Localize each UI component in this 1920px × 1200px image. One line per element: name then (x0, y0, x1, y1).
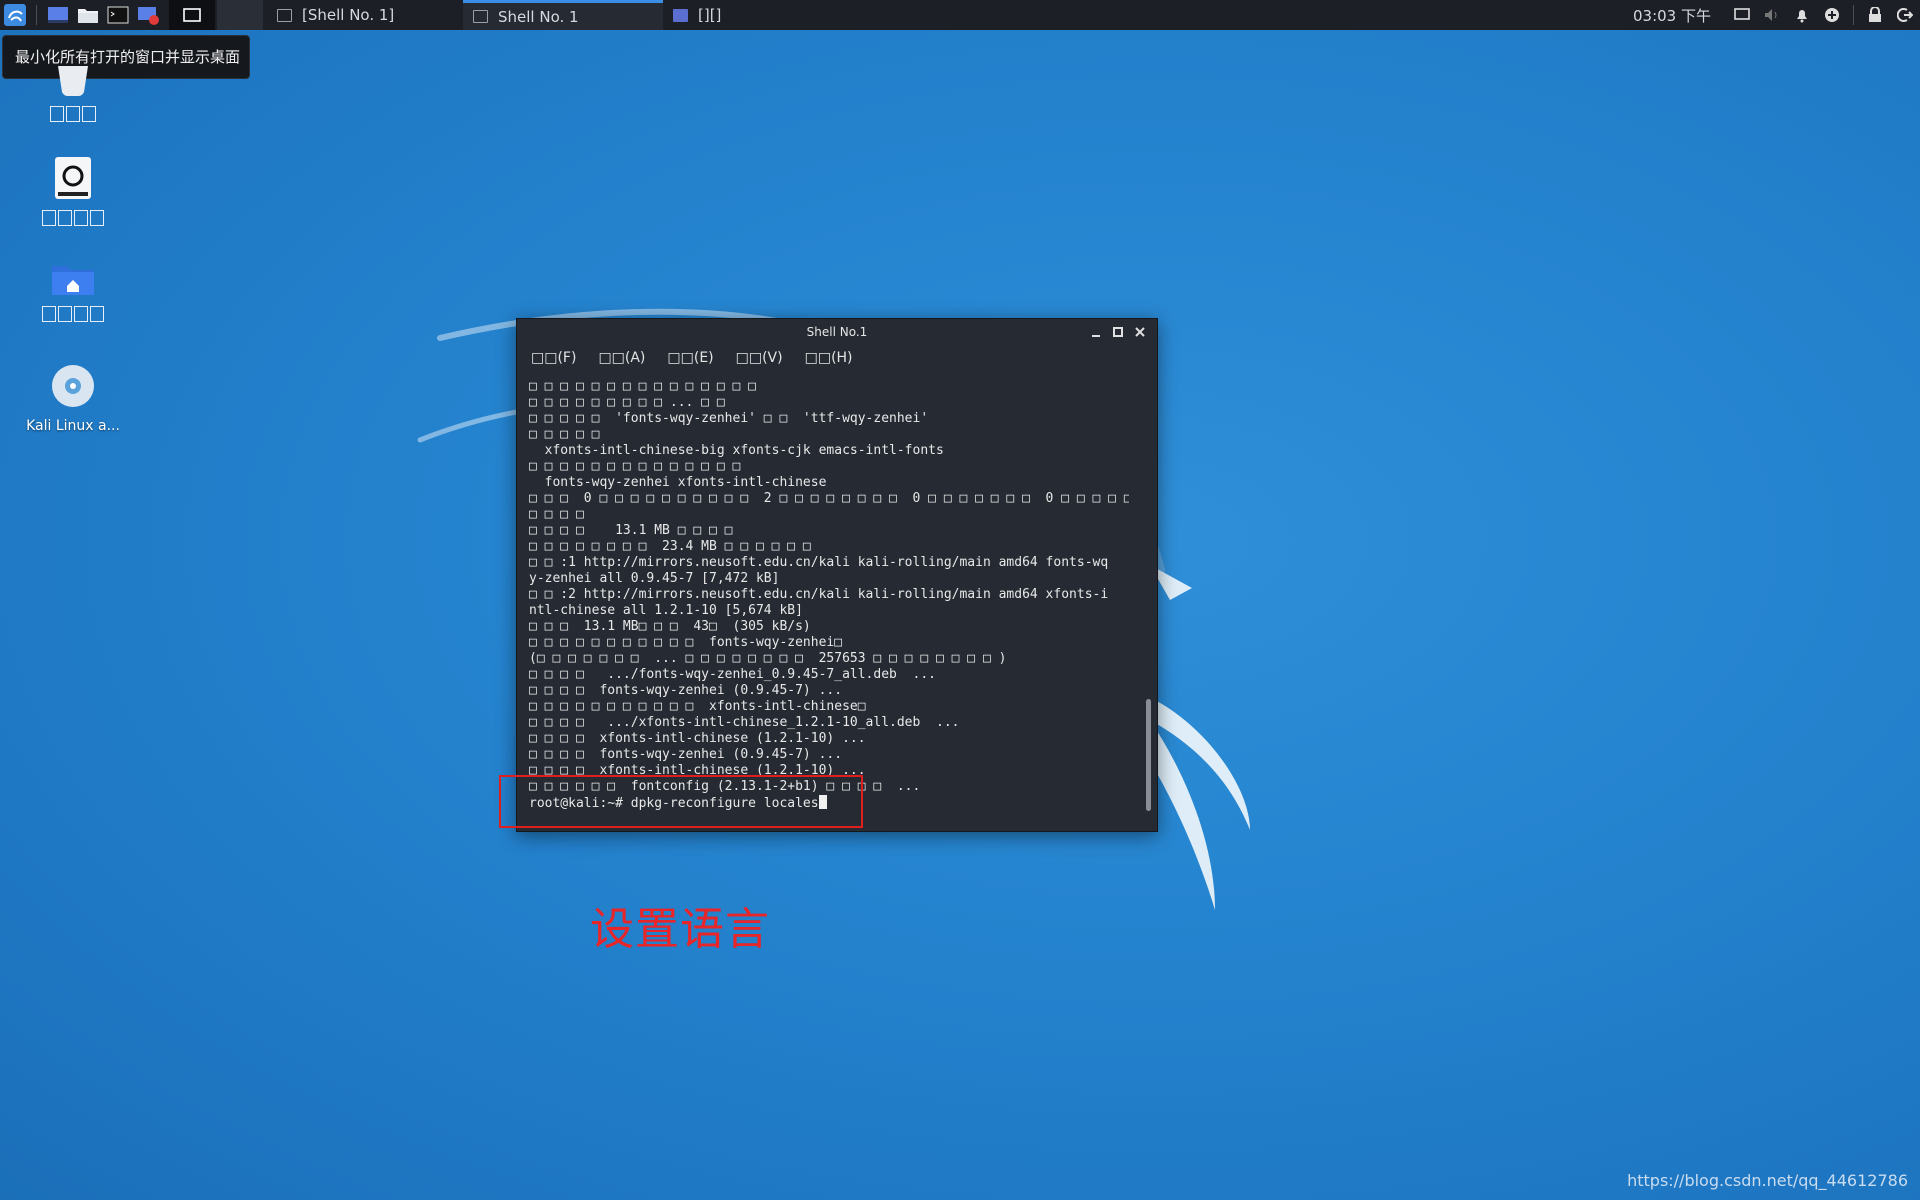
lock-icon[interactable] (1865, 5, 1885, 25)
network-icon[interactable] (1822, 5, 1842, 25)
close-icon (1135, 327, 1145, 337)
desktop-icon-label (18, 306, 128, 322)
terminal-line: □ □ □ □ .../fonts-wqy-zenhei_0.9.45-7_al… (529, 667, 936, 682)
terminal-line: □ □ □ □ □ □ □ □ □ ... □ □ (529, 395, 725, 410)
terminal-scrollbar[interactable] (1146, 699, 1151, 811)
terminal-window[interactable]: Shell No.1 □□(F) □□(A) □□(E) □□(V) □□(H)… (516, 318, 1158, 832)
desktop-icon-home[interactable] (18, 262, 128, 322)
show-desktop-button[interactable] (45, 2, 71, 28)
window-controls (1083, 323, 1149, 341)
desktop-icon-label: Kali Linux a... (26, 418, 120, 434)
screen-recorder-icon (138, 7, 159, 25)
menu-help[interactable]: □□(H) (805, 350, 853, 366)
terminal-line: □ □ □ □ □ □ □ □ □ □ □ □ □ □ (529, 459, 741, 474)
terminal-line: xfonts-intl-chinese-big xfonts-cjk emacs… (529, 443, 944, 458)
tray-separator (1853, 5, 1854, 25)
task-shell-1-minimized[interactable]: [Shell No. 1] (267, 0, 463, 30)
terminal-line: □ □ :1 http://mirrors.neusoft.edu.cn/kal… (529, 555, 1109, 570)
folder-icon (78, 9, 98, 23)
maximize-icon (1113, 327, 1123, 337)
menu-actions[interactable]: □□(A) (598, 350, 645, 366)
notification-bell-icon[interactable] (1792, 5, 1812, 25)
terminal-line: □ □ □ □ □ □ □ □ 23.4 MB □ □ □ □ □ □ (529, 539, 811, 554)
annotation-highlight-box (499, 775, 863, 828)
terminal-line: □ □ □ □ □ □ □ □ □ □ □ fonts-wqy-zenhei□ (529, 635, 843, 650)
menu-file[interactable]: □□(F) (531, 350, 576, 366)
kali-logo-icon (4, 4, 26, 26)
desktop-icon-kali-live[interactable]: Kali Linux a... (18, 364, 128, 434)
menu-view[interactable]: □□(V) (736, 350, 783, 366)
menu-edit[interactable]: □□(E) (667, 350, 713, 366)
annotation-text: 设置语言 (590, 904, 770, 955)
task-label: Shell No. 1 (498, 7, 579, 26)
home-folder-icon (52, 266, 94, 295)
volume-icon[interactable] (1762, 5, 1782, 25)
task-shell-1[interactable]: Shell No. 1 (463, 0, 663, 30)
terminal-line: fonts-wqy-zenhei xfonts-intl-chinese (529, 475, 827, 490)
task-unknown[interactable]: [][] (663, 0, 783, 30)
terminal-line: □ □ □ □ □ 'fonts-wqy-zenhei' □ □ 'ttf-wq… (529, 411, 929, 426)
kali-menu-button[interactable] (2, 2, 28, 28)
terminal-line: □ □ □ 13.1 MB□ □ □ 43□ (305 kB/s) (529, 619, 811, 634)
disc-icon (52, 365, 94, 407)
window-titlebar[interactable]: Shell No.1 (517, 319, 1157, 345)
terminal-output[interactable]: □ □ □ □ □ □ □ □ □ □ □ □ □ □ □ □ □ □ □ □ □… (529, 379, 1129, 825)
terminal-line: □ □ □ □ fonts-wqy-zenhei (0.9.45-7) ... (529, 683, 843, 698)
window-title: Shell No.1 (806, 325, 868, 339)
close-button[interactable] (1131, 323, 1149, 341)
minimize-button[interactable] (1087, 323, 1105, 341)
desktop-icon-trash[interactable] (18, 66, 128, 122)
clock[interactable]: 03:03 下午 (1633, 5, 1711, 26)
task-label: [Shell No. 1] (302, 6, 395, 24)
desktop-icon-file-system[interactable] (18, 156, 128, 226)
terminal-line: (□ □ □ □ □ □ □ ... □ □ □ □ □ □ □ □ 25765… (529, 651, 1007, 666)
display-icon[interactable] (1732, 5, 1752, 25)
terminal-line: □ □ □ □ 13.1 MB □ □ □ □ (529, 523, 733, 538)
file-manager-launcher[interactable] (75, 2, 101, 28)
taskbar-separator (36, 5, 37, 25)
terminal-task-icon (277, 8, 292, 22)
terminal-menubar: □□(F) □□(A) □□(E) □□(V) □□(H) (517, 345, 1157, 371)
desktop-icon-label (18, 210, 128, 226)
app-task-icon (673, 8, 688, 22)
terminal-line: □ □ □ □ □ (529, 427, 600, 442)
terminal-task-icon (473, 10, 488, 23)
terminal-line: □ □ □ □ .../xfonts-intl-chinese_1.2.1-10… (529, 715, 960, 730)
terminal-line: □ □ :2 http://mirrors.neusoft.edu.cn/kal… (529, 587, 1109, 602)
terminal-line: □ □ □ 0 □ □ □ □ □ □ □ □ □ □ 2 □ □ □ □ □ … (529, 491, 1129, 506)
workspace-2[interactable] (217, 0, 263, 30)
screen-recorder-launcher[interactable] (135, 2, 161, 28)
workspace-window-icon (183, 8, 201, 22)
system-tray: 03:03 下午 (1633, 0, 1920, 30)
desktop-icon-label (18, 106, 128, 122)
terminal-line: ntl-chinese all 1.2.1-10 [5,674 kB] (529, 603, 803, 618)
minimize-icon (1092, 335, 1100, 337)
terminal-line: □ □ □ □ xfonts-intl-chinese (1.2.1-10) .… (529, 731, 866, 746)
desktop-icon (48, 7, 68, 23)
terminal-launcher[interactable] (105, 2, 131, 28)
terminal-line: □ □ □ □ fonts-wqy-zenhei (0.9.45-7) ... (529, 747, 843, 762)
watermark: https://blog.csdn.net/qq_44612786 (1627, 1171, 1908, 1190)
terminal-icon (107, 6, 129, 24)
trash-icon (58, 66, 88, 97)
terminal-line: □ □ □ □ □ □ □ □ □ □ □ xfonts-intl-chines… (529, 699, 866, 714)
taskbar: [Shell No. 1] Shell No. 1 [][] 03:03 下午 (0, 0, 1920, 30)
task-label: [][] (698, 6, 722, 24)
terminal-line: □ □ □ □ (529, 507, 584, 522)
logout-icon[interactable] (1895, 5, 1915, 25)
terminal-line: y-zenhei all 0.9.45-7 [7,472 kB] (529, 571, 780, 586)
drive-icon (55, 157, 91, 199)
terminal-line: □ □ □ □ □ □ □ □ □ □ □ □ □ □ □ (529, 379, 756, 394)
maximize-button[interactable] (1109, 323, 1127, 341)
workspace-1[interactable] (169, 0, 215, 30)
